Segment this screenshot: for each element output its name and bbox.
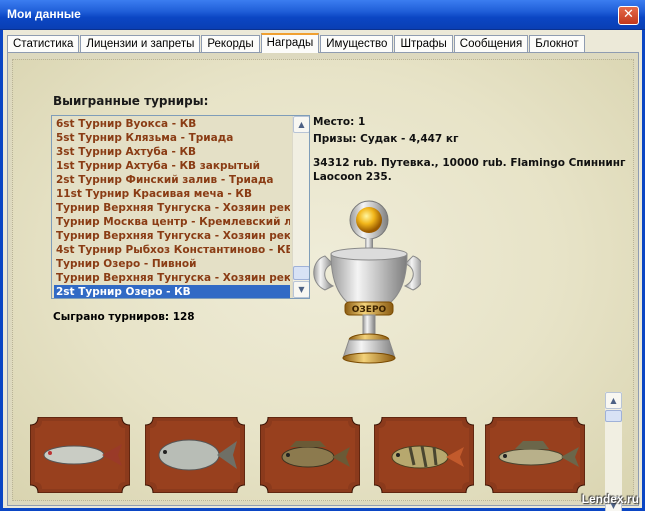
list-item[interactable]: 6st Турнир Вуокса - КВ	[54, 117, 290, 131]
tab-bar: Статистика Лицензии и запреты Рекорды На…	[7, 33, 586, 53]
prize-details-line1: 34312 rub. Путевка., 10000 rub. Flamingo…	[313, 157, 626, 169]
scroll-down-icon[interactable]: ▼	[293, 281, 309, 298]
tab-messages[interactable]: Сообщения	[453, 35, 529, 52]
plaque-ruffe-icon[interactable]	[260, 417, 360, 493]
list-item[interactable]: 3st Турнир Ахтуба - КВ	[54, 145, 290, 159]
tab-notebook[interactable]: Блокнот	[529, 35, 585, 52]
window-title: Мои данные	[7, 7, 81, 21]
scroll-thumb[interactable]	[293, 266, 309, 280]
plaque-zander-icon[interactable]	[485, 417, 585, 493]
trophy-label: ОЗЕРО	[352, 305, 387, 315]
scroll-thumb[interactable]	[605, 410, 622, 422]
title-bar: Мои данные ✕	[0, 0, 645, 30]
plaque-roach-icon[interactable]	[30, 417, 130, 493]
tournaments-heading: Выигранные турниры:	[53, 94, 209, 108]
tab-fines[interactable]: Штрафы	[394, 35, 453, 52]
list-item[interactable]: Турнир Верхняя Тунгуска - Хозяин реки	[54, 271, 290, 285]
tab-awards[interactable]: Награды	[260, 33, 320, 53]
list-item[interactable]: Турнир Озеро - Пивной	[54, 257, 290, 271]
list-item[interactable]: 2st Турнир Финский залив - Триада	[54, 173, 290, 187]
list-item[interactable]: 11st Турнир Красивая меча - КВ	[54, 187, 290, 201]
trophy-cup-icon: ОЗЕРО	[313, 200, 421, 364]
plaque-perch-icon[interactable]	[374, 417, 474, 493]
list-item[interactable]: Турнир Москва центр - Кремлевский лещ	[54, 215, 290, 229]
tab-property[interactable]: Имущество	[320, 35, 394, 52]
prize-details-line2: Laocoon 235.	[313, 171, 392, 183]
list-item[interactable]: Турнир Верхняя Тунгуска - Хозяин реки	[54, 201, 290, 215]
list-item[interactable]: 5st Турнир Клязьма - Триада	[54, 131, 290, 145]
tournaments-list[interactable]: 6st Турнир Вуокса - КВ 5st Турнир Клязьм…	[51, 115, 310, 299]
scroll-up-icon[interactable]: ▲	[605, 392, 622, 409]
tab-statistics[interactable]: Статистика	[7, 35, 80, 52]
tab-licenses[interactable]: Лицензии и запреты	[80, 35, 201, 52]
list-scrollbar[interactable]: ▲ ▼	[292, 116, 309, 298]
list-item[interactable]: Турнир Верхняя Тунгуска - Хозяин реки	[54, 229, 290, 243]
window-body: Статистика Лицензии и запреты Рекорды На…	[0, 30, 645, 511]
place-text: Место: 1	[313, 116, 366, 128]
watermark: Lendex.ru	[581, 492, 639, 506]
tab-records[interactable]: Рекорды	[201, 35, 260, 52]
tournaments-played: Сыграно турниров: 128	[53, 311, 195, 323]
close-button[interactable]: ✕	[618, 6, 639, 25]
prizes-text: Призы: Судак - 4,447 кг	[313, 133, 459, 145]
scroll-up-icon[interactable]: ▲	[293, 116, 309, 133]
list-item-selected[interactable]: 2st Турнир Озеро - КВ	[54, 285, 290, 298]
plaque-bream-icon[interactable]	[145, 417, 245, 493]
list-item[interactable]: 1st Турнир Ахтуба - КВ закрытый	[54, 159, 290, 173]
list-item[interactable]: 4st Турнир Рыбхоз Константиново - КВ зак…	[54, 243, 290, 257]
